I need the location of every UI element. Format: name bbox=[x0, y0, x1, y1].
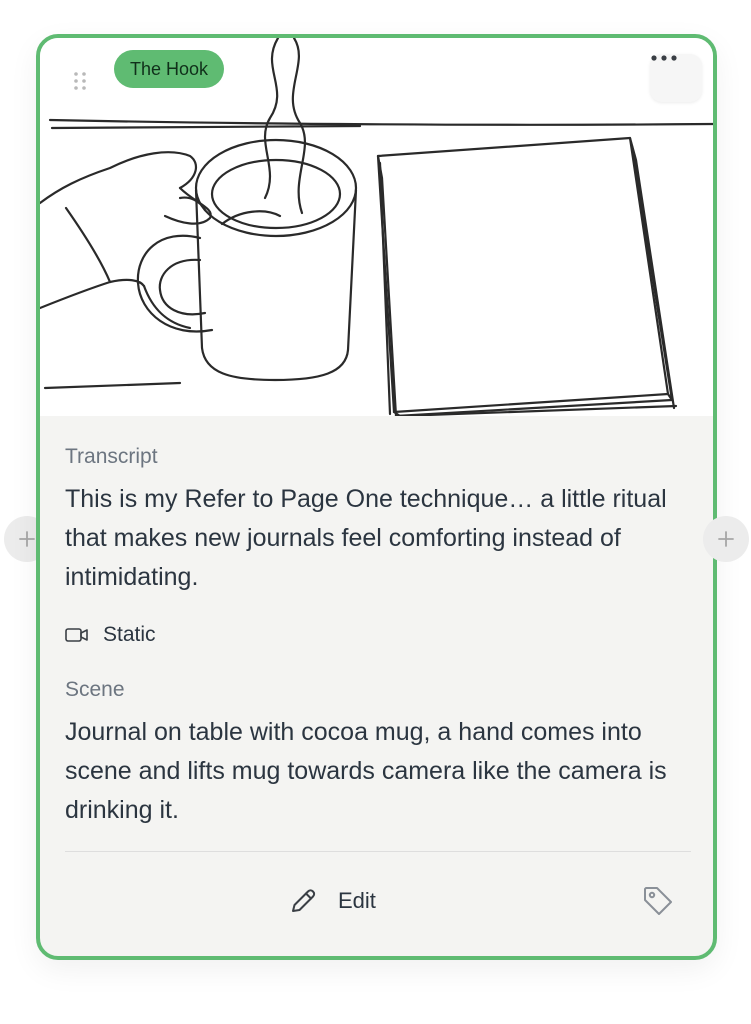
storyboard-card[interactable]: The Hook Transcript This is my Refer to … bbox=[36, 34, 717, 960]
plus-icon bbox=[718, 531, 734, 547]
tag-button[interactable] bbox=[641, 884, 677, 920]
footer-divider bbox=[65, 851, 691, 852]
camera-movement: Static bbox=[65, 620, 156, 650]
pencil-icon bbox=[292, 889, 316, 912]
section-label-badge: The Hook bbox=[114, 50, 225, 88]
scene-text: Journal on table with cocoa mug, a hand … bbox=[65, 718, 667, 824]
tag-icon bbox=[644, 887, 672, 915]
scene-heading: Scene bbox=[65, 678, 125, 701]
scene-sketch-image: The Hook bbox=[40, 38, 713, 416]
camera-movement-value: Static bbox=[103, 623, 156, 646]
transcript-heading: Transcript bbox=[65, 445, 158, 468]
edit-label: Edit bbox=[338, 888, 376, 913]
drag-handle-icon[interactable] bbox=[73, 71, 87, 91]
plus-icon bbox=[19, 531, 35, 547]
more-options-button[interactable] bbox=[650, 54, 702, 102]
transcript-text: This is my Refer to Page One technique… … bbox=[65, 485, 667, 591]
edit-button[interactable]: Edit bbox=[288, 882, 376, 920]
video-camera-icon bbox=[65, 628, 88, 642]
more-horizontal-icon bbox=[651, 55, 677, 61]
add-after-button[interactable] bbox=[703, 516, 749, 562]
